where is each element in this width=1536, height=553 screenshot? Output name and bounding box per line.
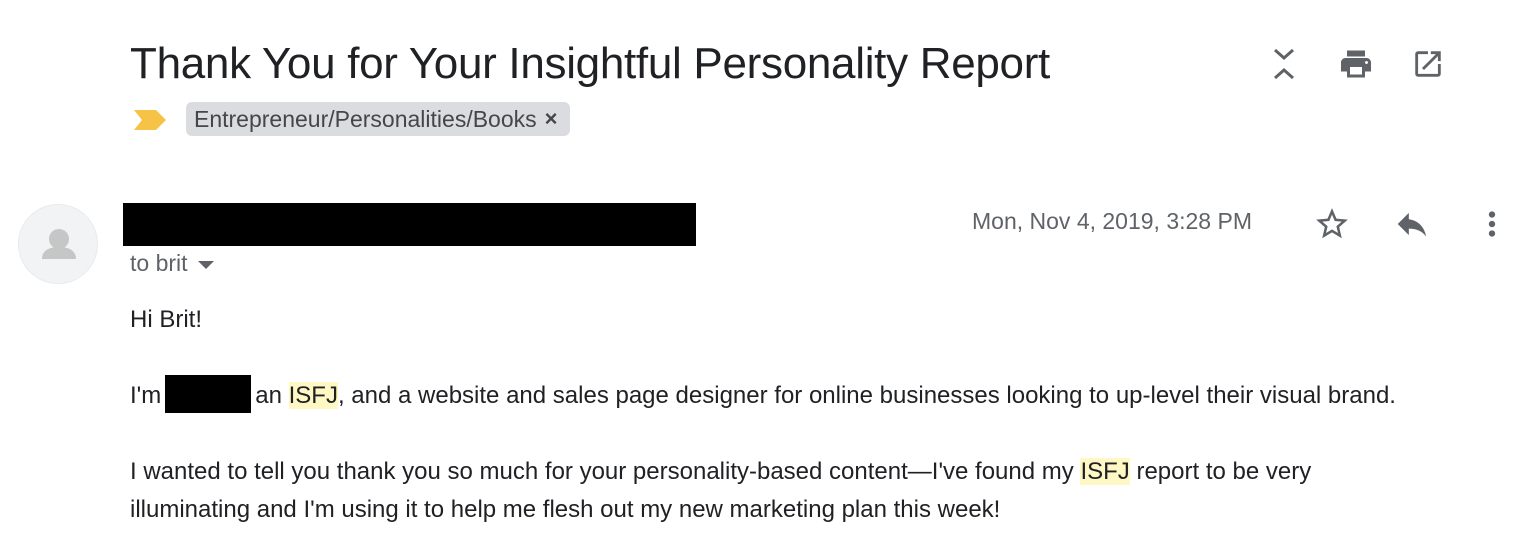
reply-icon <box>1397 212 1427 237</box>
print-button[interactable] <box>1336 40 1376 88</box>
remove-label-button[interactable]: × <box>545 106 558 132</box>
mbti-type-highlight: ISFJ <box>1080 458 1130 485</box>
important-marker-icon[interactable] <box>132 108 168 132</box>
email-paragraph-2-continued: illuminating and I'm using it to help me… <box>130 496 1001 523</box>
expand-all-button[interactable] <box>1264 40 1304 88</box>
print-icon <box>1341 50 1371 78</box>
email-greeting: Hi Brit! <box>130 306 202 333</box>
chevron-down-icon <box>197 260 214 269</box>
more-options-button[interactable] <box>1468 200 1516 248</box>
label-chip-text: Entrepreneur/Personalities/Books <box>194 105 537 132</box>
recipient-details-toggle[interactable]: to brit <box>130 250 214 277</box>
open-new-window-button[interactable] <box>1408 40 1448 88</box>
more-vert-icon <box>1488 211 1496 237</box>
paragraph-1-mid: an <box>255 382 282 409</box>
label-chip[interactable]: Entrepreneur/Personalities/Books × <box>186 102 570 136</box>
default-avatar-icon <box>42 229 76 259</box>
email-paragraph-1: I'm an ISFJ, and a website and sales page… <box>130 374 1396 416</box>
paragraph-1-prefix: I'm <box>130 382 162 409</box>
star-button[interactable] <box>1308 200 1356 248</box>
paragraph-1-suffix: , and a website and sales page designer … <box>337 382 1396 409</box>
author-name-redacted <box>165 374 252 413</box>
email-date: Mon, Nov 4, 2019, 3:28 PM <box>972 208 1252 234</box>
paragraph-2-suffix: report to be very <box>1136 458 1312 485</box>
expand-collapse-icon <box>1274 48 1294 80</box>
email-subject: Thank You for Your Insightful Personalit… <box>130 39 1050 88</box>
email-paragraph-2: I wanted to tell you thank you so much f… <box>130 453 1311 491</box>
star-icon <box>1316 208 1348 239</box>
open-in-new-window-icon <box>1415 51 1441 77</box>
mbti-type-highlight: ISFJ <box>288 382 338 409</box>
sender-name-redacted <box>123 203 696 246</box>
sender-avatar[interactable] <box>18 204 98 284</box>
thread-toolbar <box>1236 40 1536 90</box>
reply-button[interactable] <box>1388 200 1436 248</box>
paragraph-2-prefix: I wanted to tell you thank you so much f… <box>130 458 1074 485</box>
recipient-text: to brit <box>130 250 188 276</box>
